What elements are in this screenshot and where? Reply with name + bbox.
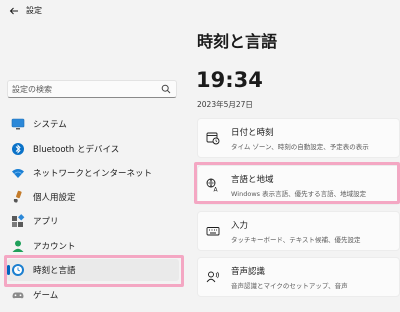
sidebar-item-time-language[interactable]: 時刻と言語	[7, 259, 179, 281]
language-icon: A	[206, 178, 219, 193]
search-input[interactable]	[12, 83, 160, 95]
sidebar-item-bluetooth[interactable]: Bluetooth とデバイス	[7, 138, 179, 160]
sidebar-item-accounts[interactable]: アカウント	[7, 235, 179, 257]
card-title: 言語と地域	[231, 175, 274, 185]
card-subtitle: タイム ゾーン、時刻の自動設定、予定表の表示	[231, 143, 369, 151]
card-subtitle: 音声認識とマイクのセットアップ、音声	[231, 282, 348, 290]
page-title: 時刻と言語	[197, 32, 278, 51]
bluetooth-icon	[12, 143, 24, 155]
speech-icon	[206, 271, 219, 283]
sidebar-item-label: システム	[33, 120, 67, 130]
sidebar-item-label: 時刻と言語	[33, 266, 76, 276]
card-title: 入力	[231, 221, 249, 231]
apps-icon	[12, 214, 25, 227]
person-icon	[12, 240, 24, 252]
gamepad-icon	[12, 292, 24, 299]
card-date-time[interactable]: 日付と時刻 タイム ゾーン、時刻の自動設定、予定表の表示	[197, 118, 400, 158]
card-title: 日付と時刻	[231, 128, 274, 138]
wifi-icon	[12, 169, 24, 178]
svg-text:A: A	[214, 187, 219, 193]
sidebar-item-label: ゲーム	[33, 291, 59, 301]
title-bar: 設定	[0, 0, 400, 22]
back-button[interactable]	[6, 3, 22, 19]
search-icon[interactable]	[161, 84, 171, 94]
sidebar-item-label: アプリ	[33, 217, 59, 227]
brush-icon	[13, 190, 22, 203]
card-input[interactable]: 入力 タッチキーボード、テキスト候補、優先設定	[197, 211, 400, 251]
card-subtitle: タッチキーボード、テキスト候補、優先設定	[231, 236, 361, 244]
current-date: 2023年5月27日	[197, 100, 253, 109]
app-title: 設定	[26, 6, 42, 15]
globe-clock-icon	[12, 264, 24, 276]
sidebar-item-label: 個人用設定	[33, 193, 76, 203]
back-arrow-icon	[9, 7, 18, 15]
sidebar-item-label: ネットワークとインターネット	[33, 169, 153, 179]
sidebar-item-network[interactable]: ネットワークとインターネット	[7, 162, 179, 184]
sidebar-item-gaming[interactable]: ゲーム	[7, 284, 179, 306]
card-subtitle: Windows 表示言語、優先する言語、地域設定	[231, 190, 367, 198]
calendar-clock-icon	[206, 132, 220, 145]
selection-indicator	[7, 265, 10, 275]
monitor-icon	[11, 118, 25, 130]
current-time: 19:34	[196, 68, 263, 92]
sidebar-item-label: Bluetooth とデバイス	[33, 145, 120, 155]
sidebar-item-label: アカウント	[33, 242, 76, 252]
sidebar-item-personalization[interactable]: 個人用設定	[7, 186, 179, 208]
sidebar-item-system[interactable]: システム	[7, 113, 179, 135]
settings-search-box[interactable]	[7, 80, 177, 98]
card-title: 音声認識	[231, 267, 266, 277]
card-speech[interactable]: 音声認識 音声認識とマイクのセットアップ、音声	[197, 257, 400, 297]
sidebar-item-apps[interactable]: アプリ	[7, 210, 179, 232]
keyboard-icon	[206, 227, 220, 236]
card-language-region[interactable]: A 言語と地域 Windows 表示言語、優先する言語、地域設定	[197, 165, 400, 205]
